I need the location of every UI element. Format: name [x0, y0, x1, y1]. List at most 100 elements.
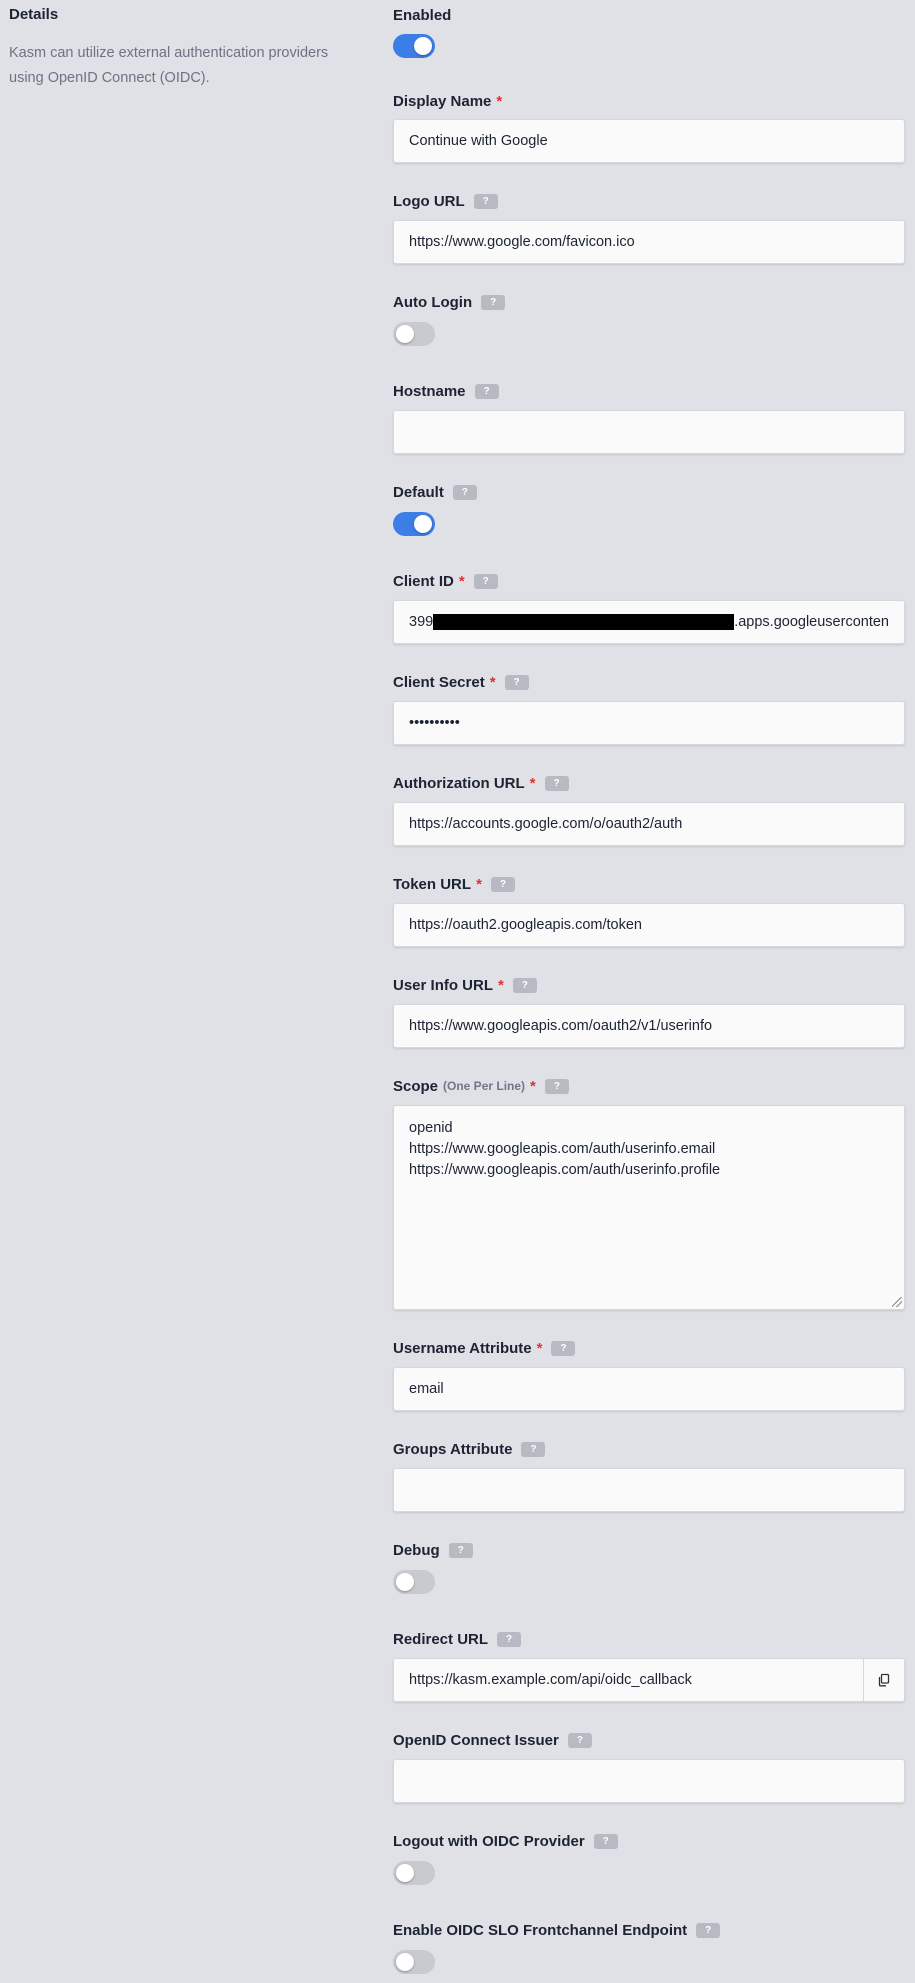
toggle-knob [396, 1864, 414, 1882]
logout-oidc-label-text: Logout with OIDC Provider [393, 1832, 585, 1850]
toggle-knob [396, 1573, 414, 1591]
toggle-knob [414, 37, 432, 55]
client-id-value-prefix: 399 [409, 614, 434, 630]
help-icon[interactable]: ? [567, 1732, 592, 1748]
help-icon[interactable]: ? [448, 1542, 473, 1558]
redirect-url-label-text: Redirect URL [393, 1630, 489, 1648]
display-name-value: Continue with Google [409, 133, 548, 149]
default-label-text: Default [393, 483, 444, 501]
details-title: Details [9, 6, 59, 23]
help-icon[interactable]: ? [512, 977, 537, 993]
help-icon[interactable]: ? [504, 674, 529, 690]
authorization-url-input[interactable]: https://accounts.google.com/o/oauth2/aut… [393, 802, 905, 846]
client-secret-value: •••••••••• [409, 715, 460, 731]
authorization-url-label: Authorization URL * ? [393, 773, 569, 793]
logout-oidc-toggle[interactable] [393, 1861, 435, 1885]
scope-label-text: Scope [393, 1077, 439, 1095]
groups-attribute-label: Groups Attribute ? [393, 1439, 546, 1459]
help-icon[interactable]: ? [497, 1631, 522, 1647]
auto-login-label-text: Auto Login [393, 293, 473, 311]
authorization-url-label-text: Authorization URL [393, 774, 525, 792]
slo-frontchannel-label-text: Enable OIDC SLO Frontchannel Endpoint [393, 1921, 688, 1939]
debug-toggle[interactable] [393, 1570, 435, 1594]
client-secret-label-text: Client Secret [393, 673, 485, 691]
copy-button[interactable] [863, 1659, 904, 1701]
help-icon[interactable]: ? [473, 573, 498, 589]
username-attribute-value: email [409, 1381, 444, 1397]
client-id-label-text: Client ID [393, 572, 454, 590]
required-mark: * [489, 673, 496, 691]
resize-handle-icon[interactable] [892, 1297, 902, 1307]
user-info-url-label-text: User Info URL [393, 976, 494, 994]
logo-url-label-text: Logo URL [393, 192, 465, 210]
user-info-url-value: https://www.googleapis.com/oauth2/v1/use… [409, 1018, 713, 1034]
details-description: Kasm can utilize external authentication… [9, 45, 329, 86]
redaction-block [433, 614, 735, 630]
hostname-input[interactable] [393, 410, 905, 454]
toggle-knob [414, 515, 432, 533]
required-mark: * [498, 976, 504, 994]
scope-line: https://www.googleapis.com/auth/userinfo… [409, 1162, 721, 1178]
help-icon[interactable]: ? [473, 193, 498, 209]
logout-oidc-label: Logout with OIDC Provider ? [393, 1831, 618, 1851]
default-toggle[interactable] [393, 512, 435, 536]
slo-frontchannel-toggle[interactable] [393, 1950, 435, 1974]
slo-frontchannel-label: Enable OIDC SLO Frontchannel Endpoint ? [393, 1920, 721, 1940]
enabled-toggle[interactable] [393, 34, 435, 58]
help-icon[interactable]: ? [544, 775, 569, 791]
groups-attribute-input[interactable] [393, 1468, 905, 1512]
help-icon[interactable]: ? [521, 1441, 546, 1457]
display-name-input[interactable]: Continue with Google [393, 119, 905, 163]
help-icon[interactable]: ? [490, 876, 515, 892]
groups-attribute-label-text: Groups Attribute [393, 1440, 513, 1458]
client-id-label: Client ID * ? [393, 571, 498, 591]
oidc-issuer-input[interactable] [393, 1759, 905, 1803]
required-mark: * [536, 1339, 543, 1357]
token-url-label-text: Token URL [393, 875, 472, 893]
hostname-label-text: Hostname [393, 382, 466, 400]
auto-login-label: Auto Login ? [393, 292, 506, 312]
hostname-label: Hostname ? [393, 381, 499, 401]
help-icon[interactable]: ? [551, 1340, 576, 1356]
oidc-issuer-label-text: OpenID Connect Issuer [393, 1731, 559, 1749]
help-icon[interactable]: ? [481, 294, 506, 310]
help-icon[interactable]: ? [474, 383, 499, 399]
client-secret-label: Client Secret * ? [393, 672, 529, 692]
client-id-input[interactable]: 399 .apps.googleuserconten [393, 600, 905, 644]
username-attribute-input[interactable]: email [393, 1367, 905, 1411]
scope-sublabel: (One Per Line) [443, 1079, 526, 1093]
required-mark: * [530, 1077, 536, 1095]
oidc-issuer-label: OpenID Connect Issuer ? [393, 1730, 592, 1750]
copy-icon [878, 1673, 890, 1687]
logo-url-label: Logo URL ? [393, 191, 498, 211]
token-url-label: Token URL * ? [393, 874, 515, 894]
redirect-url-input[interactable]: https://kasm.example.com/api/oidc_callba… [393, 1658, 905, 1702]
help-icon[interactable]: ? [452, 484, 477, 500]
username-attribute-label: Username Attribute * ? [393, 1338, 576, 1358]
debug-label-text: Debug [393, 1541, 440, 1559]
scope-textarea[interactable]: openid https://www.googleapis.com/auth/u… [393, 1105, 905, 1310]
client-secret-input[interactable]: •••••••••• [393, 701, 905, 745]
scope-line: https://www.googleapis.com/auth/userinfo… [409, 1141, 716, 1157]
logo-url-input[interactable]: https://www.google.com/favicon.ico [393, 220, 905, 264]
required-mark: * [529, 774, 536, 792]
logo-url-value: https://www.google.com/favicon.ico [409, 234, 635, 250]
oidc-config-page: Details Kasm can utilize external authen… [0, 0, 915, 1983]
toggle-knob [396, 325, 414, 343]
required-mark: * [476, 875, 482, 893]
redirect-url-label: Redirect URL ? [393, 1629, 522, 1649]
display-name-label: Display Name * [393, 91, 502, 111]
scope-label: Scope (One Per Line) * ? [393, 1076, 569, 1096]
auto-login-toggle[interactable] [393, 322, 435, 346]
token-url-input[interactable]: https://oauth2.googleapis.com/token [393, 903, 905, 947]
required-mark: * [496, 92, 503, 110]
help-icon[interactable]: ? [593, 1833, 618, 1849]
toggle-knob [396, 1953, 414, 1971]
client-id-value-suffix: .apps.googleuserconten [734, 614, 889, 630]
authorization-url-value: https://accounts.google.com/o/oauth2/aut… [409, 816, 683, 832]
help-icon[interactable]: ? [696, 1922, 721, 1938]
redirect-url-value: https://kasm.example.com/api/oidc_callba… [409, 1672, 692, 1688]
display-name-label-text: Display Name [393, 92, 492, 110]
help-icon[interactable]: ? [544, 1078, 569, 1094]
user-info-url-input[interactable]: https://www.googleapis.com/oauth2/v1/use… [393, 1004, 905, 1048]
